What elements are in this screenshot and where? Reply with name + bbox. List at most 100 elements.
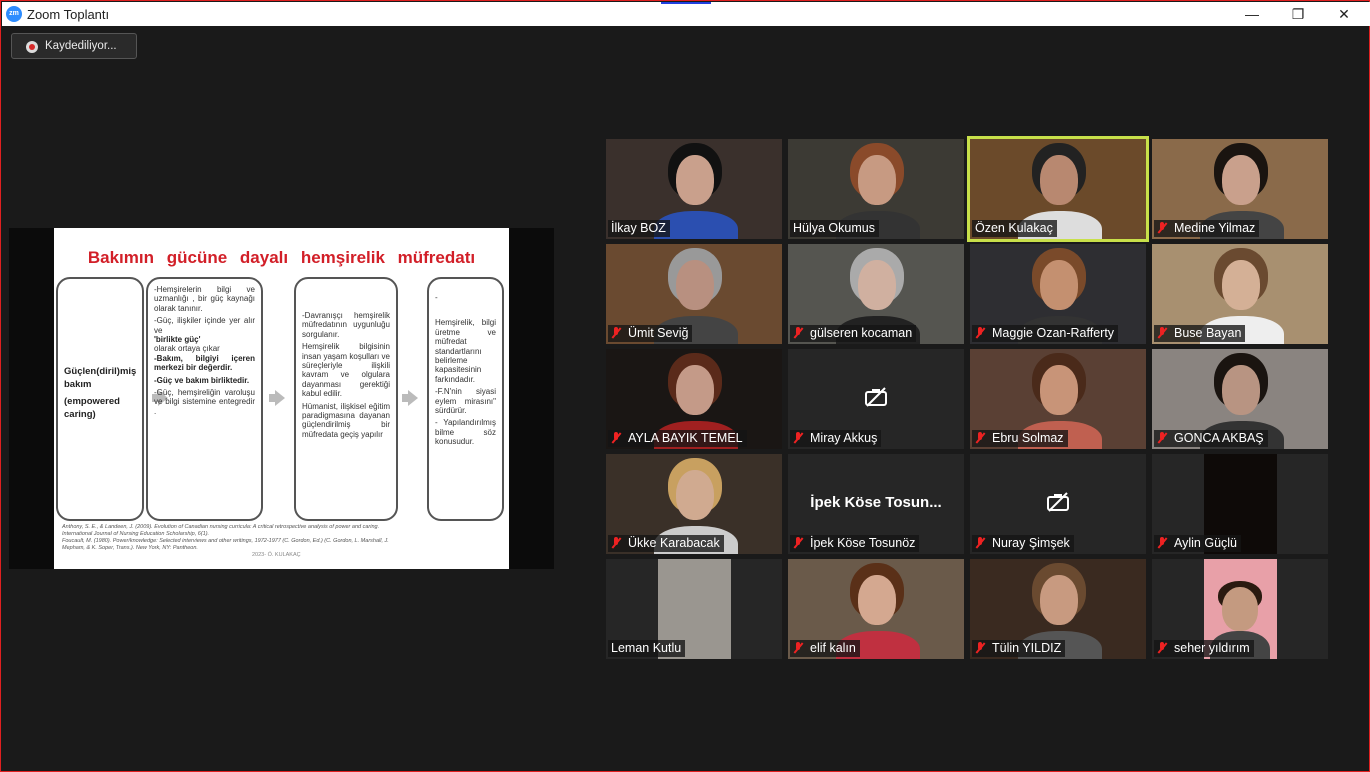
box3-text: Hümanist, ilişkisel eğitim paradigmasına…: [302, 401, 390, 439]
mic-muted-icon: [611, 432, 621, 444]
participant-tile[interactable]: Maggie Ozan-Rafferty: [970, 244, 1146, 344]
participant-tile[interactable]: Aylin Güçlü: [1152, 454, 1328, 554]
participant-name-label: seher yıldırım: [1154, 640, 1254, 657]
mic-muted-icon: [793, 327, 803, 339]
participant-name: Aylin Güçlü: [1174, 536, 1237, 550]
participant-name-label: Maggie Ozan-Rafferty: [972, 325, 1119, 342]
participant-name-label: Aylin Güçlü: [1154, 535, 1241, 552]
participant-name: Leman Kutlu: [611, 641, 682, 655]
participant-name-label: elif kalın: [790, 640, 860, 657]
box4-text: -F.N'nin siyasi eylem mirasını" sürdürür…: [435, 387, 496, 416]
participant-name-label: GONCA AKBAŞ: [1154, 430, 1268, 447]
box4-text: - Yapılandırılmış bilme söz konusudur.: [435, 418, 496, 447]
participant-name-label: Ükke Karabacak: [608, 535, 724, 552]
participant-name-label: Medine Yilmaz: [1154, 220, 1260, 237]
camera-off-icon: [865, 387, 887, 407]
participant-name: Özen Kulakaç: [975, 221, 1053, 235]
participant-name-label: Miray Akkuş: [790, 430, 882, 447]
arrow-right-icon: [402, 390, 418, 406]
record-icon: [26, 41, 38, 53]
participant-tile[interactable]: Leman Kutlu: [606, 559, 782, 659]
box2-text: -Güç, hemşireliğin varoluşu ve bilgi sis…: [154, 388, 255, 416]
participant-name-label: Leman Kutlu: [608, 640, 686, 657]
mic-muted-icon: [975, 327, 985, 339]
mic-muted-icon: [1157, 432, 1167, 444]
recording-label: Kaydediliyor...: [45, 40, 117, 52]
slide-box-power-caring: -Hemşirelerin bilgi ve uzmanlığı , bir g…: [146, 277, 263, 521]
participant-tile[interactable]: GONCA AKBAŞ: [1152, 349, 1328, 449]
participant-tile[interactable]: Ümit Seviğ: [606, 244, 782, 344]
participant-name: Ebru Solmaz: [992, 431, 1064, 445]
participant-tile[interactable]: Tülin YILDIZ: [970, 559, 1146, 659]
participant-name-label: İlkay BOZ: [608, 220, 670, 237]
participant-name: AYLA BAYIK TEMEL: [628, 431, 743, 445]
participant-name: Miray Akkuş: [810, 431, 878, 445]
participant-tile[interactable]: Ebru Solmaz: [970, 349, 1146, 449]
presentation-slide: Bakımın gücüne dayalı hemşirelik müfreda…: [54, 228, 509, 569]
box2-text: -Güç, ilişkiler içinde yer alır ve: [154, 316, 255, 335]
reference-line: International Journal of Nursing Educati…: [62, 531, 210, 537]
participant-name-label: Hülya Okumus: [790, 220, 879, 237]
mic-muted-icon: [1157, 327, 1167, 339]
mic-muted-icon: [1157, 642, 1167, 654]
slide-box-curriculum: -Davranışçı hemşirelik müfredatının uygu…: [294, 277, 398, 521]
mic-muted-icon: [793, 537, 803, 549]
participant-tile[interactable]: elif kalın: [788, 559, 964, 659]
participant-name: Nuray Şimşek: [992, 536, 1070, 550]
reference-line: Anthony, S. E., & Landeen, J. (2009). Ev…: [62, 524, 380, 530]
participant-name-label: Özen Kulakaç: [972, 220, 1057, 237]
participant-tile[interactable]: Özen Kulakaç: [967, 136, 1149, 242]
slide-signature: 2023- Ö. KULAKAÇ: [252, 552, 301, 558]
arrow-right-icon: [269, 390, 285, 406]
participant-name-label: İpek Köse Tosunöz: [790, 535, 920, 552]
participant-name-label: Ümit Seviğ: [608, 325, 693, 342]
minimize-button[interactable]: —: [1229, 2, 1275, 26]
mic-muted-icon: [975, 537, 985, 549]
participant-tile[interactable]: Miray Akkuş: [788, 349, 964, 449]
participant-name: İlkay BOZ: [611, 221, 666, 235]
box3-text: Hemşirelik bilgisinin insan yaşam koşull…: [302, 342, 390, 399]
participant-name: Buse Bayan: [1174, 326, 1242, 340]
mic-muted-icon: [793, 642, 803, 654]
participant-name: gülseren kocaman: [810, 326, 913, 340]
participant-tile[interactable]: İlkay BOZ: [606, 139, 782, 239]
participant-name: seher yıldırım: [1174, 641, 1250, 655]
slide-references: Anthony, S. E., & Landeen, J. (2009). Ev…: [62, 524, 502, 559]
box3-text: -Davranışçı hemşirelik müfredatının uygu…: [302, 311, 390, 339]
participant-name: Tülin YILDIZ: [992, 641, 1062, 655]
mic-muted-icon: [975, 642, 985, 654]
participant-name-label: Tülin YILDIZ: [972, 640, 1066, 657]
title-accent-bar: [661, 2, 711, 4]
participant-tile[interactable]: Medine Yilmaz: [1152, 139, 1328, 239]
participant-tile[interactable]: Nuray Şimşek: [970, 454, 1146, 554]
participant-tile[interactable]: gülseren kocaman: [788, 244, 964, 344]
participant-tile[interactable]: AYLA BAYIK TEMEL: [606, 349, 782, 449]
participant-name: Medine Yilmaz: [1174, 221, 1256, 235]
participant-tile[interactable]: İpek Köse Tosun... İpek Köse Tosunöz: [788, 454, 964, 554]
participant-tile[interactable]: Buse Bayan: [1152, 244, 1328, 344]
slide-box-empowered-caring: Güçlen(diril)miş bakım (empowered caring…: [56, 277, 144, 521]
participant-tile[interactable]: Ükke Karabacak: [606, 454, 782, 554]
participant-name: Ümit Seviğ: [628, 326, 689, 340]
maximize-button[interactable]: ❐: [1275, 2, 1321, 26]
participant-name: Hülya Okumus: [793, 221, 875, 235]
mic-muted-icon: [1157, 222, 1167, 234]
reference-line: Foucault, M. (1980). Power/knowledge: Se…: [62, 538, 389, 544]
box2-text: -Hemşirelerin bilgi ve uzmanlığı , bir g…: [154, 285, 255, 313]
participant-name-label: Nuray Şimşek: [972, 535, 1074, 552]
participant-name: elif kalın: [810, 641, 856, 655]
box2-text: -Bakım, bilgiyi içeren merkezi bir değer…: [154, 353, 255, 373]
recording-indicator[interactable]: Kaydediliyor...: [11, 33, 137, 59]
box2-text: -Güç ve bakım birliktedir.: [154, 375, 250, 385]
slide-title: Bakımın gücüne dayalı hemşirelik müfreda…: [87, 248, 476, 267]
close-button[interactable]: ✕: [1321, 2, 1367, 26]
shared-screen[interactable]: Bakımın gücüne dayalı hemşirelik müfreda…: [9, 228, 554, 569]
participant-tile[interactable]: Hülya Okumus: [788, 139, 964, 239]
participant-name: GONCA AKBAŞ: [1174, 431, 1264, 445]
mic-muted-icon: [975, 432, 985, 444]
participant-name-label: Ebru Solmaz: [972, 430, 1068, 447]
participant-tile[interactable]: seher yıldırım: [1152, 559, 1328, 659]
participant-name: İpek Köse Tosunöz: [810, 536, 916, 550]
mic-muted-icon: [793, 432, 803, 444]
participant-name-label: AYLA BAYIK TEMEL: [608, 430, 747, 447]
